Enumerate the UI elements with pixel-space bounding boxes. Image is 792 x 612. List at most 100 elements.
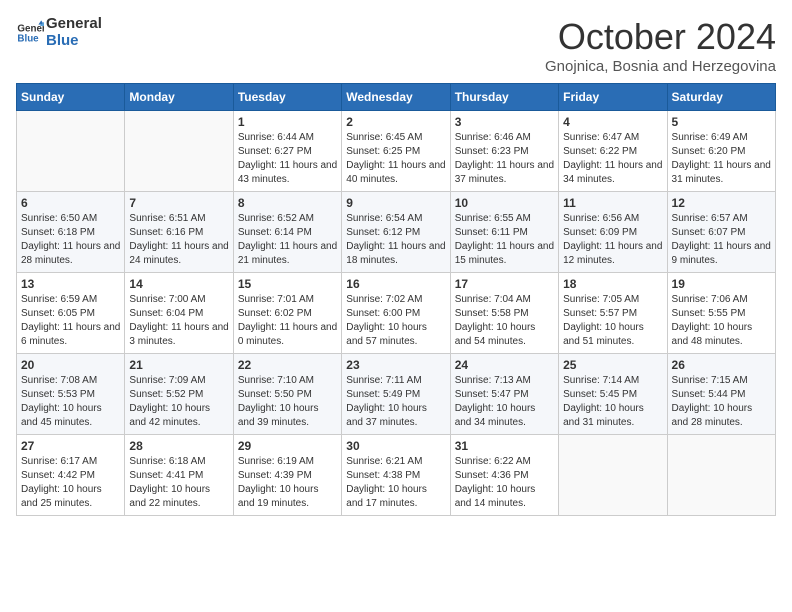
- day-info: Sunrise: 6:17 AMSunset: 4:42 PMDaylight:…: [21, 455, 120, 511]
- calendar-cell: 8Sunrise: 6:52 AMSunset: 6:14 PMDaylight…: [233, 192, 341, 273]
- location-subtitle: Gnojnica, Bosnia and Herzegovina: [545, 58, 776, 75]
- day-info: Sunrise: 6:51 AMSunset: 6:16 PMDaylight:…: [129, 212, 228, 268]
- calendar-cell: 27 Sunrise: 6:17 AMSunset: 4:42 PMDayligh…: [17, 435, 125, 516]
- calendar-cell: 18 Sunrise: 7:05 AMSunset: 5:57 PMDayligh…: [559, 273, 667, 354]
- day-number: 7: [129, 196, 228, 210]
- day-number: 11: [563, 196, 662, 210]
- calendar-cell: 24 Sunrise: 7:13 AMSunset: 5:47 PMDayligh…: [450, 354, 558, 435]
- day-number: 25: [563, 358, 662, 372]
- day-number: 8: [238, 196, 337, 210]
- day-number: 5: [672, 115, 771, 129]
- calendar-week-5: 27 Sunrise: 6:17 AMSunset: 4:42 PMDayligh…: [17, 435, 776, 516]
- weekday-header-thursday: Thursday: [450, 84, 558, 111]
- day-number: 16: [346, 277, 445, 291]
- title-block: October 2024 Gnojnica, Bosnia and Herzeg…: [545, 16, 776, 75]
- calendar-cell: 28Sunrise: 6:18 AMSunset: 4:41 PMDayligh…: [125, 435, 233, 516]
- calendar-week-3: 13 Sunrise: 6:59 AMSunset: 6:05 PMDayligh…: [17, 273, 776, 354]
- day-info: Sunrise: 6:50 AMSunset: 6:18 PMDaylight:…: [21, 212, 120, 268]
- day-number: 30: [346, 439, 445, 453]
- day-number: 12: [672, 196, 771, 210]
- day-number: 6: [21, 196, 120, 210]
- calendar-cell: 5 Sunrise: 6:49 AMSunset: 6:20 PMDaylight…: [667, 111, 775, 192]
- day-number: 13: [21, 277, 120, 291]
- day-number: 21: [129, 358, 228, 372]
- day-number: 29: [238, 439, 337, 453]
- calendar-cell: [559, 435, 667, 516]
- logo: General Blue General Blue: [16, 16, 102, 49]
- day-number: 22: [238, 358, 337, 372]
- month-title: October 2024: [545, 16, 776, 58]
- calendar-cell: 4Sunrise: 6:47 AMSunset: 6:22 PMDaylight…: [559, 111, 667, 192]
- weekday-header-friday: Friday: [559, 84, 667, 111]
- logo-icon: General Blue: [16, 19, 44, 47]
- calendar-cell: 22 Sunrise: 7:10 AMSunset: 5:50 PMDayligh…: [233, 354, 341, 435]
- calendar-cell: [17, 111, 125, 192]
- day-number: 20: [21, 358, 120, 372]
- day-info: Sunrise: 6:57 AMSunset: 6:07 PMDaylight:…: [672, 212, 771, 268]
- day-info: Sunrise: 6:22 AMSunset: 4:36 PMDaylight:…: [455, 455, 554, 511]
- day-info: Sunrise: 6:54 AMSunset: 6:12 PMDaylight:…: [346, 212, 445, 268]
- logo-text-general: General: [46, 16, 102, 33]
- day-info: Sunrise: 7:01 AMSunset: 6:02 PMDaylight:…: [238, 293, 337, 349]
- logo-text-blue: Blue: [46, 33, 102, 50]
- calendar-week-2: 6 Sunrise: 6:50 AMSunset: 6:18 PMDaylight…: [17, 192, 776, 273]
- day-number: 19: [672, 277, 771, 291]
- day-info: Sunrise: 6:44 AMSunset: 6:27 PMDaylight:…: [238, 131, 337, 187]
- calendar-cell: 12 Sunrise: 6:57 AMSunset: 6:07 PMDayligh…: [667, 192, 775, 273]
- day-info: Sunrise: 6:18 AMSunset: 4:41 PMDaylight:…: [129, 455, 228, 511]
- calendar-cell: 21 Sunrise: 7:09 AMSunset: 5:52 PMDayligh…: [125, 354, 233, 435]
- calendar-cell: 2 Sunrise: 6:45 AMSunset: 6:25 PMDaylight…: [342, 111, 450, 192]
- day-info: Sunrise: 7:08 AMSunset: 5:53 PMDaylight:…: [21, 374, 120, 430]
- calendar-cell: [125, 111, 233, 192]
- day-number: 2: [346, 115, 445, 129]
- day-number: 3: [455, 115, 554, 129]
- calendar-cell: 29 Sunrise: 6:19 AMSunset: 4:39 PMDayligh…: [233, 435, 341, 516]
- calendar-week-1: 1Sunrise: 6:44 AMSunset: 6:27 PMDaylight…: [17, 111, 776, 192]
- calendar-cell: 26Sunrise: 7:15 AMSunset: 5:44 PMDayligh…: [667, 354, 775, 435]
- weekday-header-row: SundayMondayTuesdayWednesdayThursdayFrid…: [17, 84, 776, 111]
- day-number: 10: [455, 196, 554, 210]
- weekday-header-saturday: Saturday: [667, 84, 775, 111]
- day-info: Sunrise: 7:15 AMSunset: 5:44 PMDaylight:…: [672, 374, 771, 430]
- calendar-cell: 20 Sunrise: 7:08 AMSunset: 5:53 PMDayligh…: [17, 354, 125, 435]
- day-info: Sunrise: 6:21 AMSunset: 4:38 PMDaylight:…: [346, 455, 445, 511]
- day-info: Sunrise: 6:45 AMSunset: 6:25 PMDaylight:…: [346, 131, 445, 187]
- weekday-header-sunday: Sunday: [17, 84, 125, 111]
- calendar-cell: 6 Sunrise: 6:50 AMSunset: 6:18 PMDaylight…: [17, 192, 125, 273]
- svg-text:Blue: Blue: [17, 33, 39, 44]
- calendar-cell: 3 Sunrise: 6:46 AMSunset: 6:23 PMDaylight…: [450, 111, 558, 192]
- calendar-cell: 10Sunrise: 6:55 AMSunset: 6:11 PMDayligh…: [450, 192, 558, 273]
- day-info: Sunrise: 7:09 AMSunset: 5:52 PMDaylight:…: [129, 374, 228, 430]
- day-info: Sunrise: 6:49 AMSunset: 6:20 PMDaylight:…: [672, 131, 771, 187]
- calendar-cell: 1Sunrise: 6:44 AMSunset: 6:27 PMDaylight…: [233, 111, 341, 192]
- day-info: Sunrise: 7:02 AMSunset: 6:00 PMDaylight:…: [346, 293, 445, 349]
- day-number: 27: [21, 439, 120, 453]
- day-info: Sunrise: 7:10 AMSunset: 5:50 PMDaylight:…: [238, 374, 337, 430]
- calendar-cell: 23Sunrise: 7:11 AMSunset: 5:49 PMDayligh…: [342, 354, 450, 435]
- calendar-cell: 9 Sunrise: 6:54 AMSunset: 6:12 PMDaylight…: [342, 192, 450, 273]
- day-number: 4: [563, 115, 662, 129]
- weekday-header-monday: Monday: [125, 84, 233, 111]
- calendar-cell: 30 Sunrise: 6:21 AMSunset: 4:38 PMDayligh…: [342, 435, 450, 516]
- day-info: Sunrise: 6:56 AMSunset: 6:09 PMDaylight:…: [563, 212, 662, 268]
- day-info: Sunrise: 6:19 AMSunset: 4:39 PMDaylight:…: [238, 455, 337, 511]
- day-info: Sunrise: 6:46 AMSunset: 6:23 PMDaylight:…: [455, 131, 554, 187]
- calendar-table: SundayMondayTuesdayWednesdayThursdayFrid…: [16, 83, 776, 516]
- calendar-cell: 13 Sunrise: 6:59 AMSunset: 6:05 PMDayligh…: [17, 273, 125, 354]
- calendar-cell: 14Sunrise: 7:00 AMSunset: 6:04 PMDayligh…: [125, 273, 233, 354]
- day-number: 15: [238, 277, 337, 291]
- day-info: Sunrise: 6:59 AMSunset: 6:05 PMDaylight:…: [21, 293, 120, 349]
- day-info: Sunrise: 7:05 AMSunset: 5:57 PMDaylight:…: [563, 293, 662, 349]
- weekday-header-tuesday: Tuesday: [233, 84, 341, 111]
- day-info: Sunrise: 7:04 AMSunset: 5:58 PMDaylight:…: [455, 293, 554, 349]
- day-number: 9: [346, 196, 445, 210]
- day-number: 24: [455, 358, 554, 372]
- calendar-cell: 17 Sunrise: 7:04 AMSunset: 5:58 PMDayligh…: [450, 273, 558, 354]
- day-number: 18: [563, 277, 662, 291]
- day-info: Sunrise: 7:13 AMSunset: 5:47 PMDaylight:…: [455, 374, 554, 430]
- calendar-cell: 31Sunrise: 6:22 AMSunset: 4:36 PMDayligh…: [450, 435, 558, 516]
- day-number: 23: [346, 358, 445, 372]
- calendar-cell: 7 Sunrise: 6:51 AMSunset: 6:16 PMDaylight…: [125, 192, 233, 273]
- page-header: General Blue General Blue October 2024 G…: [16, 16, 776, 75]
- day-number: 17: [455, 277, 554, 291]
